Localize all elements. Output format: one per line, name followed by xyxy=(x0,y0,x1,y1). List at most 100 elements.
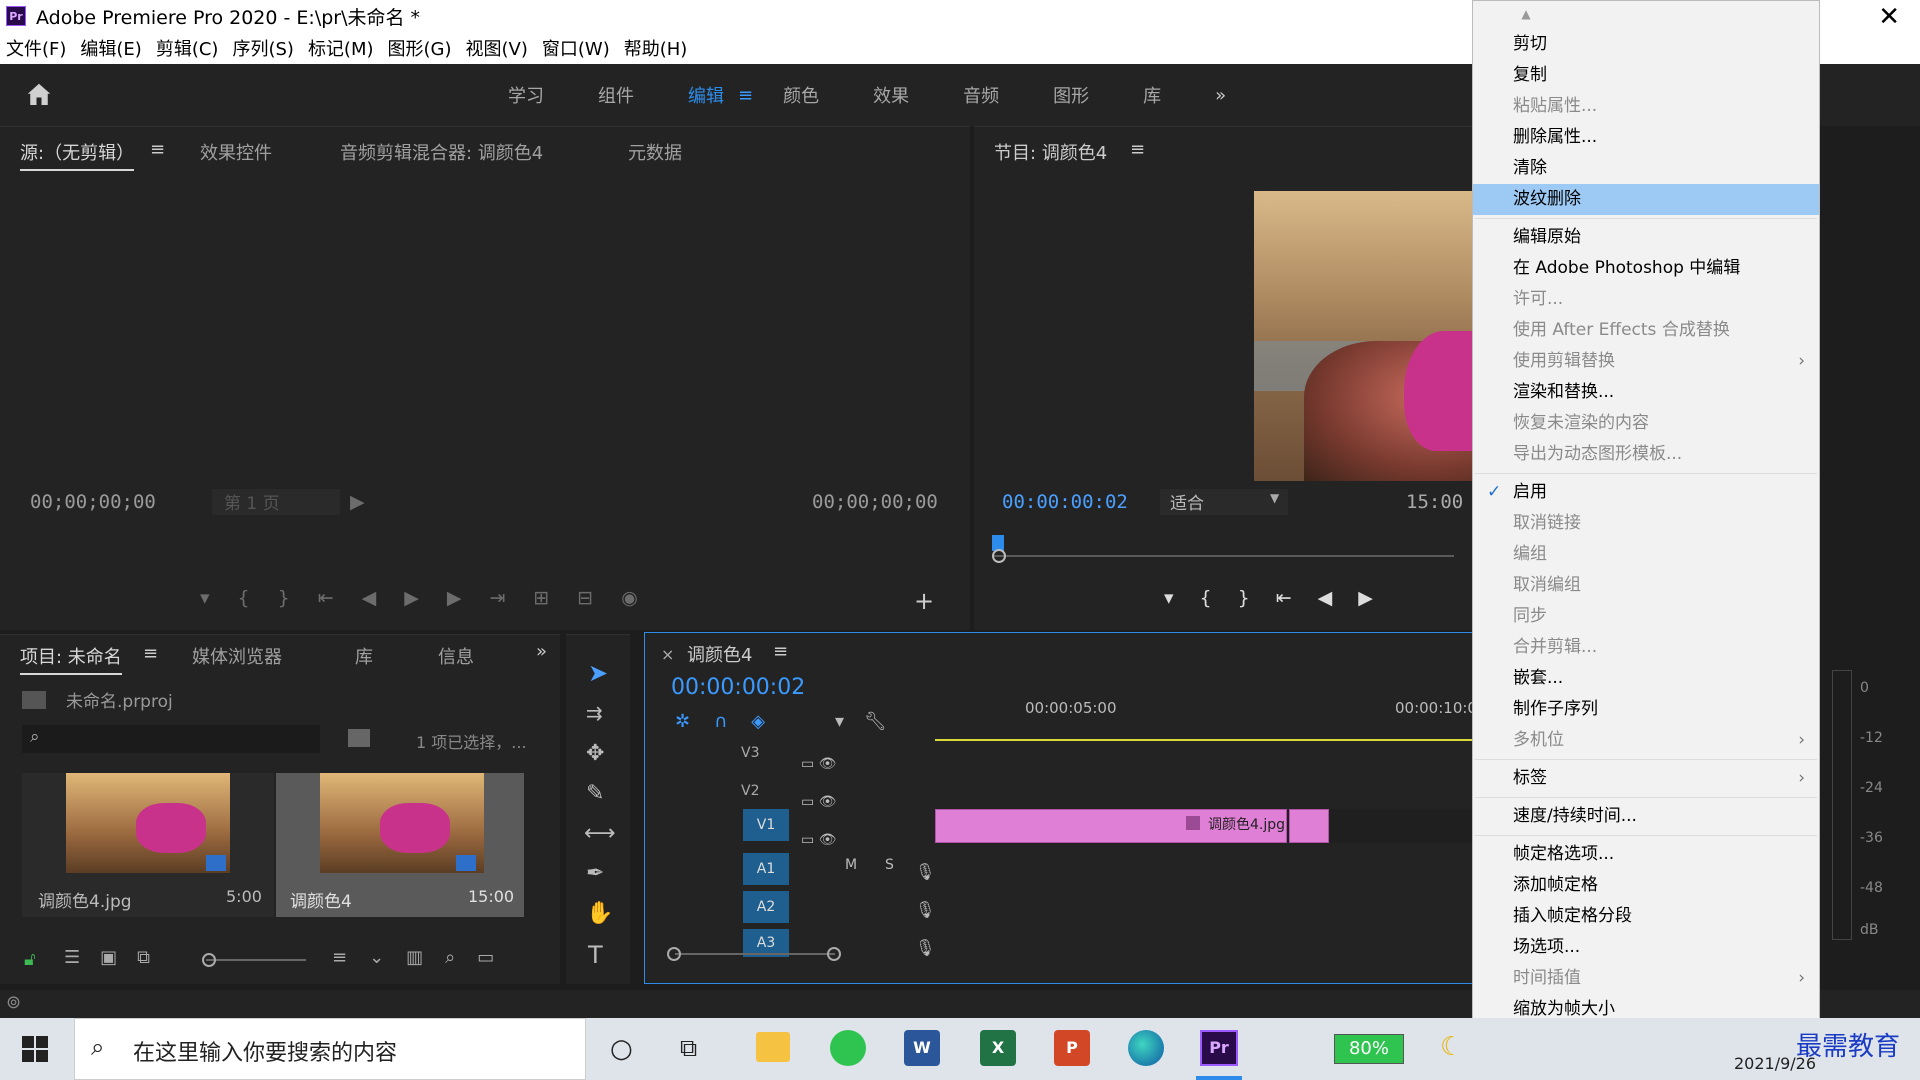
excel-icon[interactable]: X xyxy=(980,1030,1016,1066)
ws-tab-editing[interactable]: 编辑 xyxy=(688,82,724,108)
context-menu-item[interactable]: 波纹删除 xyxy=(1473,184,1819,215)
project-tool-icons[interactable]: ≡⌄▥⌕▭ xyxy=(332,947,516,968)
lock-icon[interactable]: 🔓︎ xyxy=(24,949,36,970)
context-menu-item[interactable]: 添加帧定格 xyxy=(1473,870,1819,901)
menu-graphics[interactable]: 图形(G) xyxy=(388,35,452,61)
tab-libraries[interactable]: 库 xyxy=(355,643,373,669)
context-menu-item[interactable]: 制作子序列 xyxy=(1473,694,1819,725)
razor-tool-icon[interactable]: ✎ xyxy=(586,781,604,806)
project-menu-icon[interactable]: ≡ xyxy=(143,643,158,664)
chevron-down-icon[interactable]: ▼ xyxy=(1270,491,1279,505)
page-select[interactable]: 第 1 页 xyxy=(212,489,340,515)
task-view-icon[interactable]: ⧉ xyxy=(680,1034,697,1062)
source-menu-icon[interactable]: ≡ xyxy=(150,139,165,160)
program-transport-controls[interactable]: ▾{}⇤◀▶ xyxy=(1164,587,1399,609)
solo-button[interactable]: S xyxy=(885,857,894,873)
context-menu-item[interactable]: ✓ 启用 xyxy=(1473,477,1819,508)
context-menu-item[interactable]: 帧定格选项... xyxy=(1473,839,1819,870)
timeline-tool-icons[interactable]: ✲∩◈ xyxy=(675,711,789,732)
ws-tab-graphics[interactable]: 图形 xyxy=(1053,82,1089,108)
track-label-a2[interactable]: A2 xyxy=(743,891,789,923)
context-menu-item[interactable]: 编辑原始 xyxy=(1473,222,1819,253)
menu-window[interactable]: 窗口(W) xyxy=(542,35,610,61)
premiere-taskbar-icon[interactable]: Pr xyxy=(1200,1030,1238,1066)
tab-source[interactable]: 源:（无剪辑） xyxy=(20,139,135,171)
context-menu-item[interactable]: 剪切 xyxy=(1473,29,1819,60)
ws-tab-libraries[interactable]: 库 xyxy=(1143,82,1161,108)
menu-edit[interactable]: 编辑(E) xyxy=(80,35,141,61)
program-menu-icon[interactable]: ≡ xyxy=(1130,139,1145,160)
source-transport-controls[interactable]: ▾{}⇤◀▶▶⇥⊞⊟◉ xyxy=(200,587,666,609)
track-label-v1[interactable]: V1 xyxy=(743,809,789,841)
project-item-selected[interactable]: 调颜色4 15:00 xyxy=(276,773,524,917)
zoom-slider[interactable] xyxy=(206,959,306,961)
timeline-zoom-bar[interactable] xyxy=(675,953,835,955)
wechat-icon[interactable] xyxy=(830,1030,866,1066)
zoom-handle-left[interactable] xyxy=(667,947,681,961)
cloud-sync-icon[interactable]: ⊚ xyxy=(6,992,21,1013)
project-search-input[interactable] xyxy=(22,725,320,753)
zoom-slider-handle[interactable] xyxy=(202,953,216,967)
context-menu-item[interactable]: 速度/持续时间... xyxy=(1473,801,1819,832)
timeline-clip[interactable]: 调颜色4.jpg xyxy=(935,809,1287,843)
scroll-up-icon[interactable]: ▲ xyxy=(1473,1,1819,29)
view-toggle-icons[interactable]: ☰▣⧉ xyxy=(64,947,170,968)
project-overflow-icon[interactable]: » xyxy=(536,641,547,662)
new-bin-icon[interactable] xyxy=(348,729,370,747)
ws-tab-effects[interactable]: 效果 xyxy=(873,82,909,108)
context-menu-item[interactable]: 标签 › xyxy=(1473,763,1819,794)
close-icon[interactable]: ✕ xyxy=(1878,2,1900,32)
ws-overflow-icon[interactable]: » xyxy=(1215,85,1226,106)
program-title[interactable]: 节目: 调颜色4 xyxy=(994,139,1107,165)
scrubber-start-handle[interactable] xyxy=(992,549,1006,563)
voiceover-record-icons[interactable]: 🎙︎ 🎙︎ 🎙︎ xyxy=(915,853,935,967)
tab-info[interactable]: 信息 xyxy=(438,643,474,669)
track-label-a1[interactable]: A1 xyxy=(743,853,789,885)
ripple-edit-tool-icon[interactable]: ✥ xyxy=(586,741,604,766)
context-menu-item[interactable]: 场选项... xyxy=(1473,932,1819,963)
word-icon[interactable]: W xyxy=(904,1030,940,1066)
track-label[interactable]: V3 xyxy=(741,745,759,761)
tab-audio-mixer[interactable]: 音频剪辑混合器: 调颜色4 xyxy=(340,139,543,165)
ws-tab-learn[interactable]: 学习 xyxy=(508,82,544,108)
powerpoint-icon[interactable]: P xyxy=(1054,1030,1090,1066)
menu-clip[interactable]: 剪辑(C) xyxy=(156,35,219,61)
ws-tab-audio[interactable]: 音频 xyxy=(963,82,999,108)
menu-help[interactable]: 帮助(H) xyxy=(624,35,688,61)
home-icon[interactable] xyxy=(24,80,54,110)
menu-view[interactable]: 视图(V) xyxy=(466,35,528,61)
type-tool-icon[interactable]: T xyxy=(588,941,603,969)
sequence-menu-icon[interactable]: ≡ xyxy=(773,641,788,662)
ws-menu-icon[interactable]: ≡ xyxy=(738,85,753,106)
context-menu-item[interactable]: 嵌套... xyxy=(1473,663,1819,694)
tab-media-browser[interactable]: 媒体浏览器 xyxy=(192,643,282,669)
menu-sequence[interactable]: 序列(S) xyxy=(232,35,293,61)
program-timecode[interactable]: 00:00:00:02 xyxy=(1002,491,1128,513)
context-menu-item[interactable]: 清除 xyxy=(1473,153,1819,184)
fit-select[interactable]: 适合 xyxy=(1160,489,1288,515)
menu-marker[interactable]: 标记(M) xyxy=(308,35,374,61)
timeline-timecode[interactable]: 00:00:00:02 xyxy=(671,675,805,700)
track-select-tool-icon[interactable]: ⇉ xyxy=(586,701,603,725)
source-add-button-icon[interactable]: + xyxy=(914,587,934,615)
slip-tool-icon[interactable]: ⟷ xyxy=(584,821,616,846)
context-menu-item[interactable]: 在 Adobe Photoshop 中编辑 xyxy=(1473,253,1819,284)
program-scrubber[interactable] xyxy=(994,555,1454,557)
battery-indicator[interactable]: 80% xyxy=(1334,1034,1404,1064)
context-menu-item[interactable]: 渲染和替换... xyxy=(1473,377,1819,408)
source-timecode-left[interactable]: 00;00;00;00 xyxy=(30,491,156,513)
cortana-icon[interactable]: ○ xyxy=(610,1034,633,1064)
zoom-handle-right[interactable] xyxy=(827,947,841,961)
timeline-clip-2[interactable] xyxy=(1289,809,1329,843)
tab-project[interactable]: 项目: 未命名 xyxy=(20,643,122,675)
file-explorer-icon[interactable] xyxy=(756,1032,790,1062)
marker-wrench-icons[interactable]: ▾🔧︎ xyxy=(835,711,907,732)
hand-tool-icon[interactable]: ✋ xyxy=(586,901,613,926)
taskbar-search-box[interactable]: ⌕ 在这里输入你要搜索的内容 xyxy=(74,1018,586,1080)
context-menu-item[interactable]: 复制 xyxy=(1473,60,1819,91)
menu-file[interactable]: 文件(F) xyxy=(6,35,66,61)
tab-effect-controls[interactable]: 效果控件 xyxy=(200,139,272,165)
ws-tab-color[interactable]: 颜色 xyxy=(783,82,819,108)
source-play-small-icon[interactable]: ▶ xyxy=(350,491,365,513)
edge-icon[interactable] xyxy=(1128,1030,1164,1066)
